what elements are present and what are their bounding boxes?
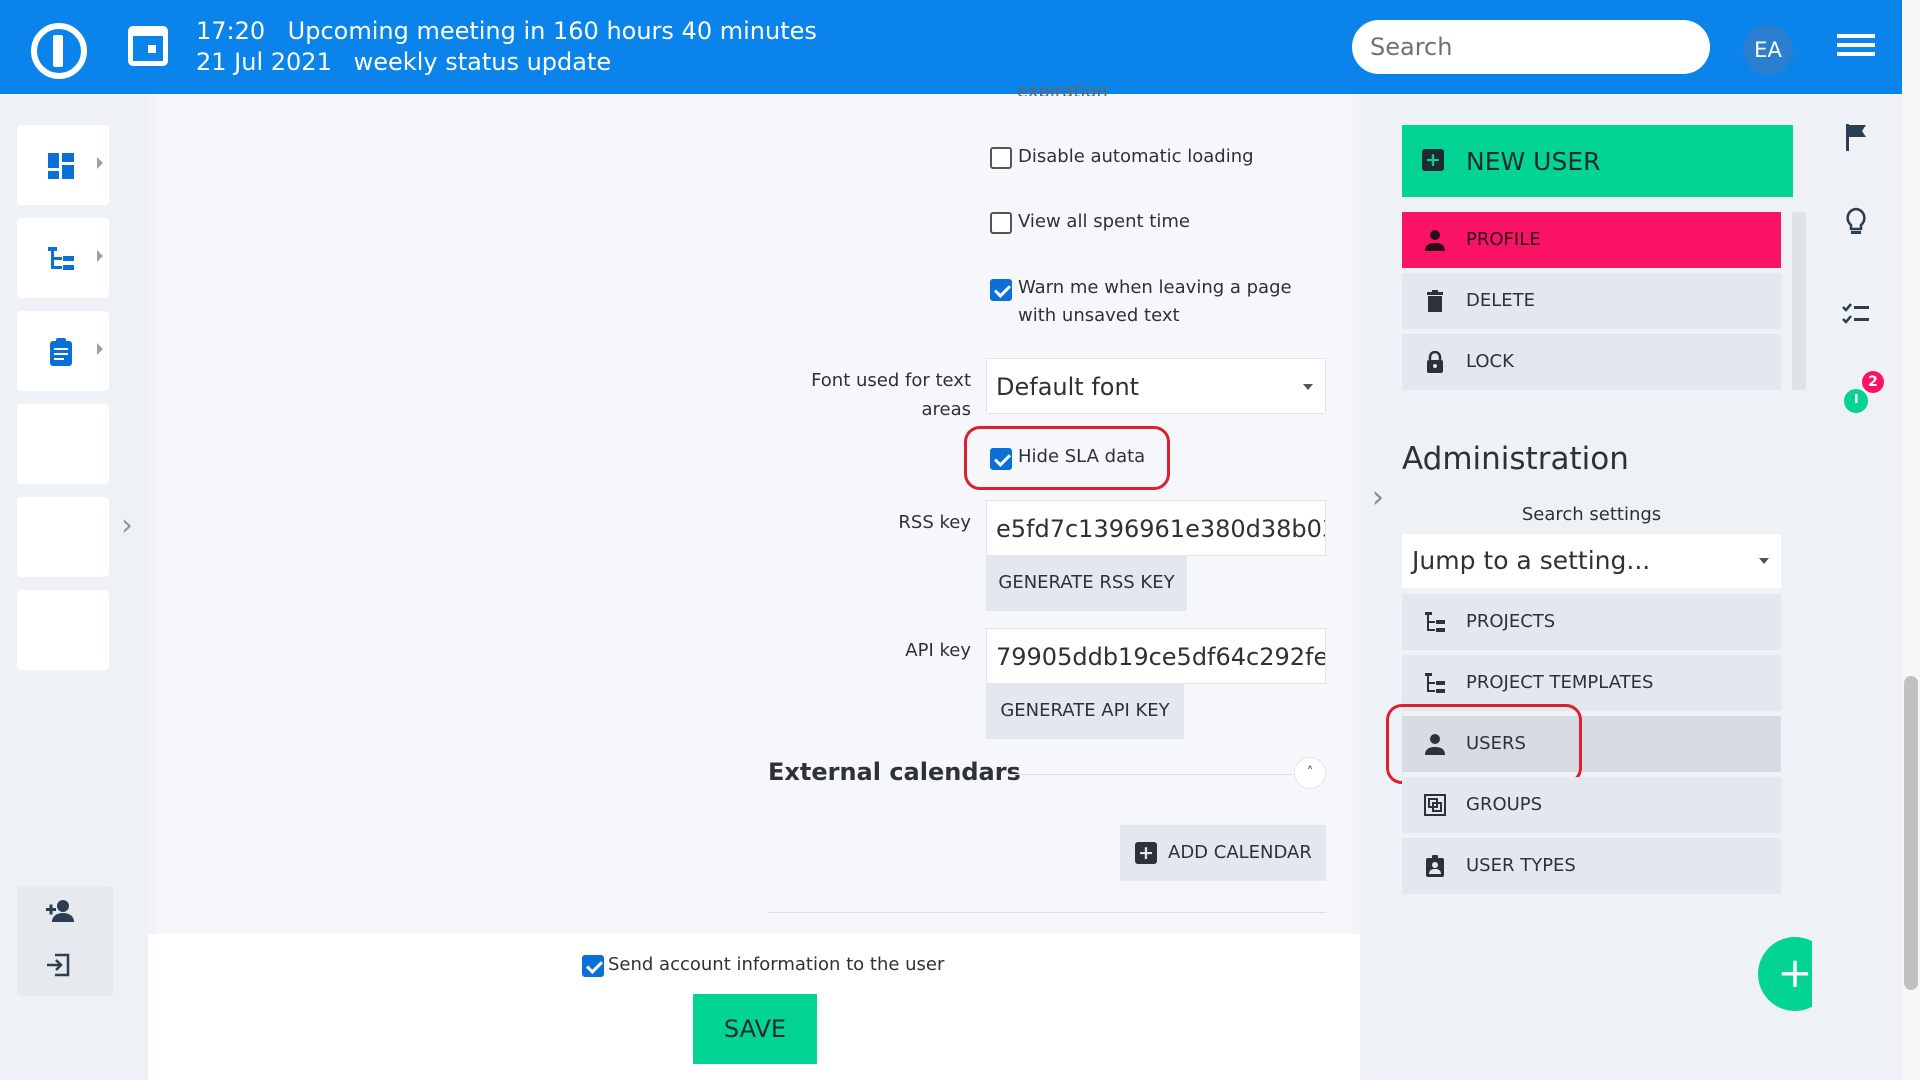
sidebar-scrollbar[interactable]	[1792, 212, 1806, 390]
rss-key-field[interactable]: e5fd7c1396961e380d38b03	[986, 500, 1326, 556]
expand-sidebar-icon[interactable]: ›	[121, 508, 133, 543]
tree-icon	[1425, 612, 1445, 632]
clipboard-icon	[50, 338, 72, 366]
timer-count-badge: 2	[1862, 371, 1884, 393]
font-select-value: Default font	[996, 373, 1140, 401]
collapse-section-icon[interactable]: ˄	[1294, 757, 1326, 789]
send-account-info-checkbox[interactable]	[582, 955, 604, 977]
view-spent-time-label: View all spent time	[1018, 211, 1190, 232]
warn-leaving-checkbox[interactable]	[990, 279, 1012, 301]
api-key-field[interactable]: 79905ddb19ce5df64c292fec	[986, 628, 1326, 684]
font-label: Font used for text areas	[811, 370, 971, 420]
page-scrollbar-thumb[interactable]	[1904, 676, 1918, 990]
search-settings-label: Search settings	[1521, 504, 1662, 525]
add-calendar-button[interactable]: + ADD CALENDAR	[1120, 825, 1326, 881]
rss-key-label: RSS key	[898, 512, 971, 533]
admin-item-project-templates[interactable]: PROJECT TEMPLATES	[1402, 655, 1781, 711]
login-icon[interactable]	[45, 952, 71, 984]
add-user-icon[interactable]	[45, 898, 75, 930]
meeting-time: 17:20	[196, 17, 266, 45]
delete-action[interactable]: DELETE	[1402, 273, 1781, 329]
chevron-down-icon	[1303, 384, 1313, 390]
api-key-label: API key	[905, 640, 971, 661]
add-calendar-label: ADD CALENDAR	[1168, 842, 1312, 863]
hide-sla-label: Hide SLA data	[1018, 446, 1146, 467]
profile-label: PROFILE	[1466, 229, 1541, 250]
badge-icon	[1426, 855, 1444, 877]
save-button[interactable]: SAVE	[693, 994, 817, 1064]
dashboard-tile[interactable]	[17, 125, 109, 205]
person-icon	[1425, 230, 1445, 251]
calendar-icon[interactable]	[128, 26, 168, 66]
generate-rss-key-button[interactable]: GENERATE RSS KEY	[986, 555, 1187, 611]
administration-title: Administration	[1402, 441, 1629, 477]
font-select[interactable]: Default font	[986, 358, 1326, 414]
empty-tile[interactable]	[17, 590, 109, 670]
flag-icon[interactable]	[1841, 122, 1871, 152]
admin-item-label: PROJECT TEMPLATES	[1466, 672, 1654, 693]
admin-item-groups[interactable]: GROUPS	[1402, 777, 1781, 833]
new-user-button[interactable]: + NEW USER	[1402, 125, 1793, 197]
admin-item-label: PROJECTS	[1466, 611, 1556, 632]
lock-action[interactable]: LOCK	[1402, 334, 1781, 390]
view-spent-time-checkbox[interactable]	[990, 212, 1012, 234]
section-divider	[1008, 774, 1292, 775]
send-account-info-label: Send account information to the user	[608, 954, 945, 975]
chevron-right-icon	[97, 157, 103, 169]
section-divider	[768, 912, 1326, 913]
lightbulb-icon[interactable]	[1841, 207, 1871, 237]
top-bar: 17:20 Upcoming meeting in 160 hours 40 m…	[0, 0, 1902, 94]
meeting-date: 21 Jul 2021	[196, 48, 332, 76]
lock-label: LOCK	[1466, 351, 1514, 372]
hamburger-menu-icon[interactable]	[1837, 34, 1875, 60]
plus-icon: +	[1422, 149, 1444, 171]
hide-sla-checkbox[interactable]	[990, 448, 1012, 470]
admin-item-user-types[interactable]: USER TYPES	[1402, 838, 1781, 894]
chevron-down-icon	[1759, 558, 1769, 564]
trash-icon	[1427, 290, 1443, 312]
projects-tile[interactable]	[17, 218, 109, 298]
collapse-sidebar-icon[interactable]: ›	[1372, 480, 1384, 515]
admin-item-projects[interactable]: PROJECTS	[1402, 594, 1781, 650]
avatar[interactable]: EA	[1743, 25, 1793, 75]
upcoming-meeting[interactable]: 17:20 Upcoming meeting in 160 hours 40 m…	[196, 16, 817, 78]
disable-loading-checkbox[interactable]	[990, 147, 1012, 169]
app-logo-icon[interactable]	[31, 23, 87, 79]
tree-icon	[1425, 673, 1445, 693]
highlight-outline	[1386, 704, 1582, 784]
admin-item-label: USER TYPES	[1466, 855, 1576, 876]
warn-leaving-label: Warn me when leaving a page with unsaved…	[1018, 277, 1292, 326]
disable-loading-label: Disable automatic loading	[1018, 146, 1254, 167]
external-calendars-title: External calendars	[768, 758, 1021, 786]
profile-action[interactable]: PROFILE	[1402, 212, 1781, 268]
jump-to-setting-value: Jump to a setting...	[1412, 546, 1651, 575]
lock-icon	[1427, 351, 1443, 373]
admin-item-label: GROUPS	[1466, 794, 1543, 815]
tree-icon	[48, 247, 74, 270]
cut-off-label: expiration	[1017, 81, 1108, 96]
search-input[interactable]	[1352, 20, 1710, 74]
generate-api-key-button[interactable]: GENERATE API KEY	[986, 683, 1184, 739]
chevron-right-icon	[97, 343, 103, 355]
chevron-right-icon	[97, 250, 103, 262]
empty-tile[interactable]	[17, 497, 109, 577]
jump-to-setting-select[interactable]: Jump to a setting...	[1402, 534, 1781, 588]
new-user-label: NEW USER	[1466, 146, 1601, 176]
plus-icon: +	[1135, 842, 1157, 864]
delete-label: DELETE	[1466, 290, 1536, 311]
far-right-toolbar	[1812, 94, 1902, 1080]
tasks-tile[interactable]	[17, 311, 109, 391]
meeting-text: Upcoming meeting in 160 hours 40 minutes	[287, 17, 817, 45]
left-bottom-actions	[17, 886, 113, 996]
group-icon	[1424, 794, 1446, 816]
empty-tile[interactable]	[17, 404, 109, 484]
meeting-title: weekly status update	[353, 48, 612, 76]
dashboard-icon	[48, 153, 74, 179]
checklist-icon[interactable]	[1841, 299, 1871, 329]
